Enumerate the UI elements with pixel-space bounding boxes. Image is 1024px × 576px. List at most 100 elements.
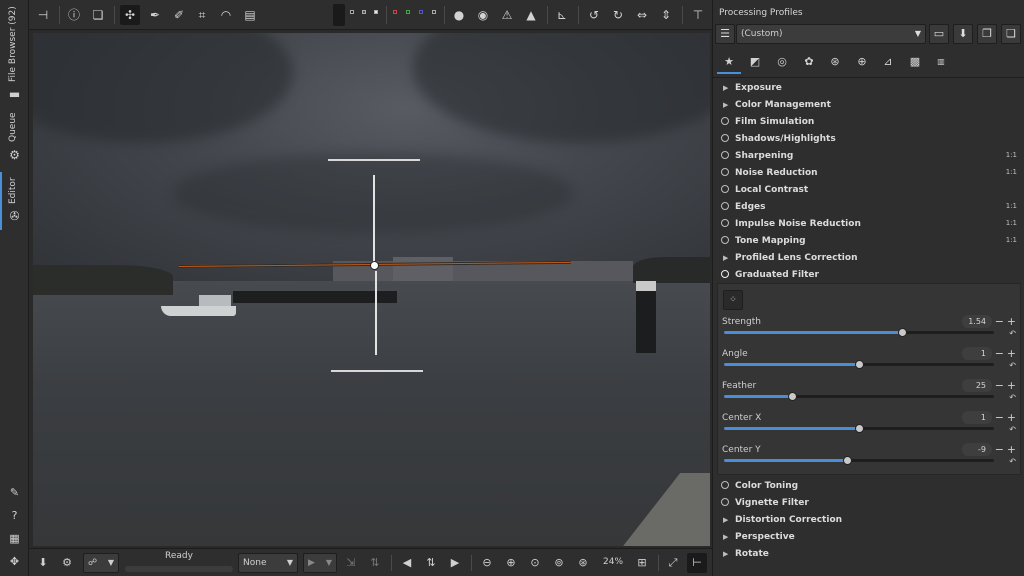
highlight-clip-warning-icon[interactable]: ▲ [521, 5, 541, 25]
flip-horizontal-icon[interactable]: ⇔ [632, 5, 652, 25]
blue-channel-icon[interactable] [419, 10, 423, 14]
bg-white-icon[interactable] [374, 10, 378, 14]
snapshot-button[interactable]: ▶ ▼ [303, 553, 337, 573]
false-color-icon[interactable]: ◉ [473, 5, 493, 25]
bg-gray-icon[interactable] [362, 10, 366, 14]
increment-icon[interactable]: + [1007, 412, 1016, 424]
background-color-selector[interactable] [333, 4, 345, 26]
expand-arrow-icon[interactable]: ▶ [723, 254, 728, 262]
magic-wand-icon[interactable]: ✎ [8, 486, 21, 499]
gf-bottom-edge[interactable] [331, 370, 423, 372]
gf-center-handle[interactable] [370, 261, 379, 270]
save-image-icon[interactable]: ⬇ [33, 553, 53, 573]
sync-filmstrip-icon[interactable]: ⇅ [421, 553, 441, 573]
param-value-spinbox[interactable]: 25 [962, 379, 992, 392]
tool-graduated-filter[interactable]: Graduated Filter [713, 267, 1024, 284]
power-toggle-icon[interactable] [721, 202, 729, 210]
tool-color-management[interactable]: ▶ Color Management [713, 97, 1024, 114]
tool-exposure[interactable]: ▶ Exposure [713, 80, 1024, 97]
tool-local-contrast[interactable]: Local Contrast [713, 182, 1024, 199]
tool-tone-mapping[interactable]: Tone Mapping 1:1 [713, 233, 1024, 250]
paste-profile-icon[interactable]: ❏ [1001, 24, 1021, 44]
param-slider[interactable] [724, 424, 994, 433]
luminance-channel-icon[interactable] [432, 10, 436, 14]
tool-rotate[interactable]: ▶ Rotate [713, 546, 1024, 563]
power-toggle-icon[interactable] [721, 168, 729, 176]
param-value-spinbox[interactable]: -9 [962, 443, 992, 456]
gf-top-feather-line[interactable] [373, 175, 375, 265]
power-toggle-icon[interactable] [721, 481, 729, 489]
edit-filter-icon[interactable]: ⁘ [723, 290, 743, 310]
reset-icon[interactable]: ↶ [1009, 393, 1016, 402]
save-profile-icon[interactable]: ⬇ [953, 24, 973, 44]
image-canvas[interactable] [33, 33, 710, 546]
new-detail-window-icon[interactable]: ⊞ [632, 553, 652, 573]
power-toggle-icon[interactable] [721, 134, 729, 142]
expand-arrow-icon[interactable]: ▶ [723, 533, 728, 541]
open-profile-icon[interactable]: ▭ [929, 24, 949, 44]
tab-color[interactable]: ✿ [797, 52, 821, 74]
tool-noise-reduction[interactable]: Noise Reduction 1:1 [713, 165, 1024, 182]
param-slider[interactable] [724, 456, 994, 465]
tab-transform[interactable]: ⊕ [850, 52, 874, 74]
tab-exposure[interactable]: ◩ [743, 52, 767, 74]
tool-sharpening[interactable]: Sharpening 1:1 [713, 148, 1024, 165]
zoom-fit-crop-icon[interactable]: ⊚ [549, 553, 569, 573]
power-toggle-icon[interactable] [721, 498, 729, 506]
tool-vignette-filter[interactable]: Vignette Filter [713, 495, 1024, 512]
focus-mask-icon[interactable]: ● [449, 5, 469, 25]
hand-tool-icon[interactable]: ✣ [120, 5, 140, 25]
tool-impulse-noise-reduction[interactable]: Impulse Noise Reduction 1:1 [713, 216, 1024, 233]
rotate-right-icon[interactable]: ↻ [608, 5, 628, 25]
zoom-out-icon[interactable]: ⊖ [477, 553, 497, 573]
slider-handle[interactable] [898, 328, 908, 337]
info-icon[interactable]: ⓘ [64, 5, 84, 25]
green-channel-icon[interactable] [406, 10, 410, 14]
help-icon[interactable]: ? [8, 509, 21, 522]
tool-shadows-highlights[interactable]: Shadows/Highlights [713, 131, 1024, 148]
decrement-icon[interactable]: − [995, 412, 1004, 424]
tool-perspective[interactable]: ▶ Perspective [713, 529, 1024, 546]
copy-prev-icon[interactable]: ⇲ [341, 553, 361, 573]
tool-color-toning[interactable]: Color Toning [713, 478, 1024, 495]
power-toggle-icon[interactable] [721, 236, 729, 244]
expand-arrow-icon[interactable]: ▶ [723, 516, 728, 524]
decrement-icon[interactable]: − [995, 316, 1004, 328]
queue-settings-icon[interactable]: ⚙ [57, 553, 77, 573]
param-slider[interactable] [724, 328, 994, 337]
color-picker-icon[interactable]: ✒ [145, 5, 165, 25]
fullscreen-icon[interactable]: ⤢ [663, 553, 683, 573]
hide-right-panel-icon[interactable]: ⊢ [687, 553, 707, 573]
param-value-spinbox[interactable]: 1.54 [962, 315, 992, 328]
straighten-icon[interactable]: ◠ [216, 5, 236, 25]
tab-favorites[interactable]: ★ [717, 52, 741, 74]
reset-icon[interactable]: ↶ [1009, 425, 1016, 434]
gf-bottom-feather-line[interactable] [375, 271, 377, 355]
profile-select[interactable]: (Custom) ▼ [736, 24, 926, 44]
reset-icon[interactable]: ↶ [1009, 457, 1016, 466]
power-toggle-icon[interactable] [721, 219, 729, 227]
tab-raw[interactable]: ⊿ [876, 52, 900, 74]
tab-editor[interactable]: Editor ✇ [0, 172, 29, 230]
next-image-icon[interactable]: ▶ [445, 553, 465, 573]
tab-locallab[interactable]: ▩ [903, 52, 927, 74]
param-slider[interactable] [724, 392, 994, 401]
increment-icon[interactable]: + [1007, 348, 1016, 360]
tab-file-browser[interactable]: File Browser (92) ▬ [0, 4, 29, 102]
before-after-icon[interactable]: ❏ [88, 5, 108, 25]
histogram-icon[interactable]: ⊾ [552, 5, 572, 25]
zoom-in-icon[interactable]: ⊕ [501, 553, 521, 573]
slider-handle[interactable] [842, 456, 852, 465]
param-slider[interactable] [724, 360, 994, 369]
preview-mode-select[interactable]: None ▼ [238, 553, 298, 573]
tab-advanced[interactable]: ⊛ [823, 52, 847, 74]
bg-black-icon[interactable] [350, 10, 354, 14]
editor-menu-button[interactable]: ☍ ▼ [83, 553, 119, 573]
reset-icon[interactable]: ↶ [1009, 329, 1016, 338]
decrement-icon[interactable]: − [995, 380, 1004, 392]
zoom-fit-icon[interactable]: ⊙ [525, 553, 545, 573]
slider-handle[interactable] [855, 424, 864, 433]
copy-profile-icon[interactable]: ❐ [977, 24, 997, 44]
tool-profiled-lens-correction[interactable]: ▶ Profiled Lens Correction [713, 250, 1024, 267]
expand-arrow-icon[interactable]: ▶ [723, 101, 728, 109]
